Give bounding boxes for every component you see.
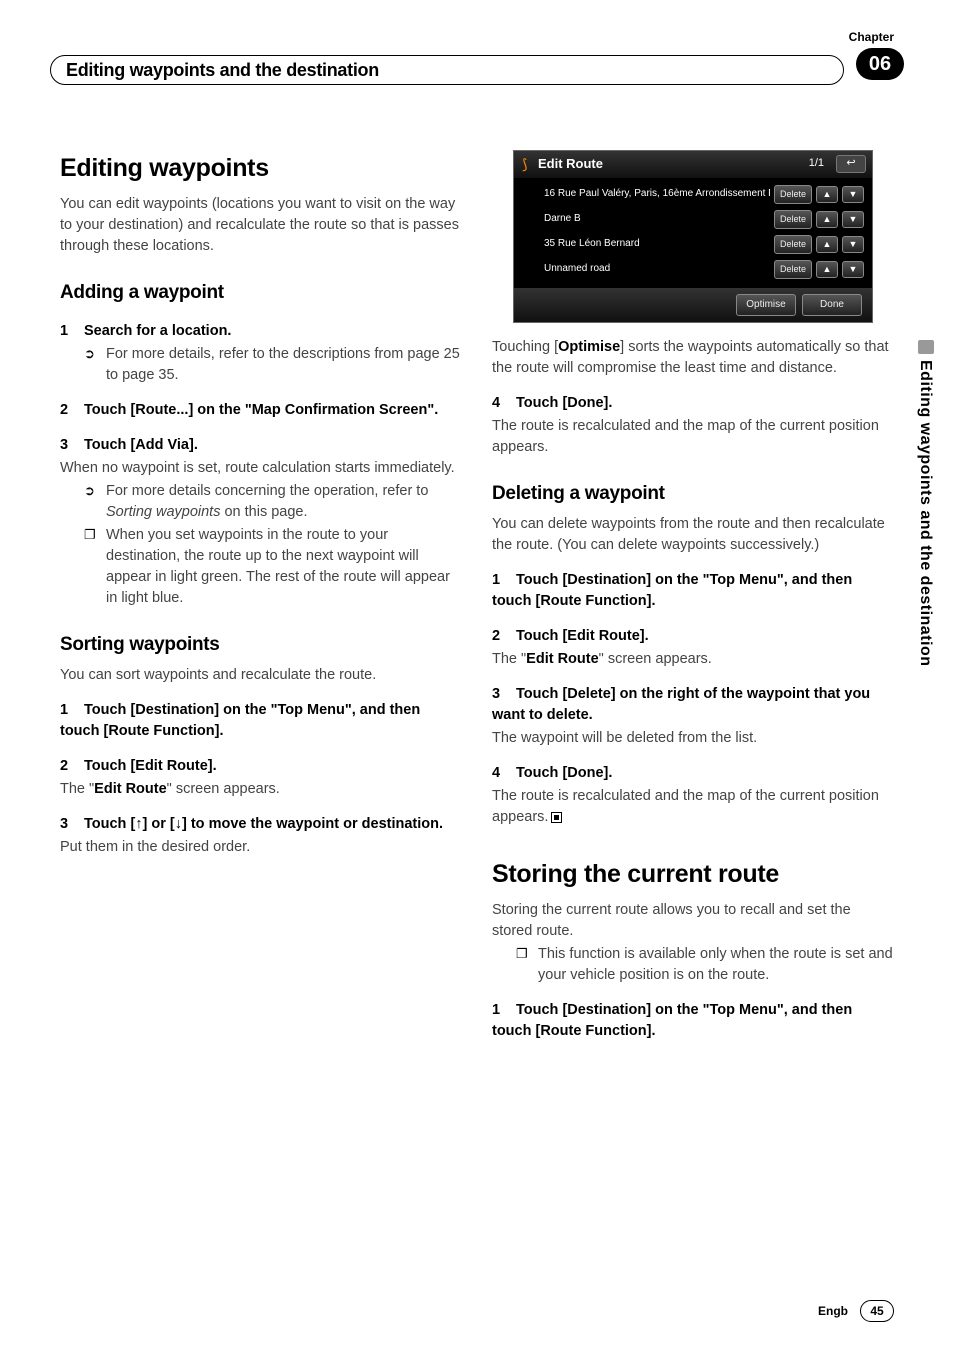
sorting-intro: You can sort waypoints and recalculate t… (60, 665, 462, 686)
store-step-1-text: Touch [Destination] on the "Top Menu", a… (492, 1002, 852, 1039)
chapter-label: Chapter (849, 30, 894, 44)
chapter-title-bar: Editing waypoints and the destination (50, 55, 844, 85)
storing-bullet: This function is available only when the… (516, 944, 894, 986)
chapter-title: Editing waypoints and the destination (66, 60, 379, 81)
delete-intro: You can delete waypoints from the route … (492, 514, 894, 556)
step-1: 1Search for a location. (60, 321, 462, 342)
del-step-3-after: The waypoint will be deleted from the li… (492, 728, 894, 749)
move-down-button[interactable]: ▼ (842, 211, 864, 228)
step-3: 3Touch [Add Via]. (60, 435, 462, 456)
sc-row-1-label[interactable]: Darne B (544, 212, 770, 227)
del-step-3-text: Touch [Delete] on the right of the waypo… (492, 686, 870, 723)
arrow-down-icon (175, 816, 182, 832)
side-tab-text: Editing waypoints and the destination (916, 360, 934, 667)
move-up-button[interactable]: ▲ (816, 236, 838, 253)
heading-deleting-waypoint: Deleting a waypoint (492, 480, 894, 508)
route-icon: ⟆ (522, 154, 527, 174)
heading-sorting-waypoints: Sorting waypoints (60, 631, 462, 659)
page-footer: Engb 45 (818, 1300, 894, 1322)
arrow-up-icon (135, 816, 142, 832)
intro-text: You can edit waypoints (locations you wa… (60, 194, 462, 257)
done-button[interactable]: Done (802, 294, 862, 317)
step-4: 4Touch [Done]. (492, 393, 894, 414)
sc-row-2: 35 Rue Léon Bernard Delete ▲ ▼ (514, 232, 872, 257)
delete-button[interactable]: Delete (774, 210, 812, 229)
sc-row-2-label[interactable]: 35 Rue Léon Bernard (544, 237, 770, 252)
step-1-detail: For more details, refer to the descripti… (84, 344, 462, 386)
delete-button[interactable]: Delete (774, 185, 812, 204)
heading-storing-route: Storing the current route (492, 856, 894, 892)
left-column: Editing waypoints You can edit waypoints… (60, 150, 462, 1045)
step-3-bullet-2: When you set waypoints in the route to y… (84, 525, 462, 609)
sc-rows: 16 Rue Paul Valéry, Paris, 16ème Arrondi… (514, 178, 872, 288)
move-down-button[interactable]: ▼ (842, 236, 864, 253)
edit-route-screenshot: ⟆ Edit Route 1/1 ↩ 16 Rue Paul Valéry, P… (513, 150, 873, 323)
sc-footer: Optimise Done (514, 288, 872, 323)
step-4-text: Touch [Done]. (516, 395, 612, 411)
sort-step-1: 1Touch [Destination] on the "Top Menu", … (60, 700, 462, 742)
sc-row-1: Darne B Delete ▲ ▼ (514, 207, 872, 232)
move-down-button[interactable]: ▼ (842, 186, 864, 203)
optimise-button[interactable]: Optimise (736, 294, 796, 317)
footer-page-number: 45 (860, 1300, 894, 1322)
step-3-text: Touch [Add Via]. (84, 437, 198, 453)
delete-button[interactable]: Delete (774, 235, 812, 254)
move-up-button[interactable]: ▲ (816, 186, 838, 203)
del-step-2-text: Touch [Edit Route]. (516, 628, 649, 644)
del-step-1-text: Touch [Destination] on the "Top Menu", a… (492, 572, 852, 609)
sc-row-3: Unnamed road Delete ▲ ▼ (514, 257, 872, 282)
step-3-bullet-1: For more details concerning the operatio… (84, 481, 462, 523)
del-step-2-after: The "Edit Route" screen appears. (492, 649, 894, 670)
sc-row-0: 16 Rue Paul Valéry, Paris, 16ème Arrondi… (514, 182, 872, 207)
optimise-text: Touching [Optimise] sorts the waypoints … (492, 337, 894, 379)
sort-step-2: 2Touch [Edit Route]. (60, 756, 462, 777)
sort-step-3: 3Touch [] or [] to move the waypoint or … (60, 814, 462, 835)
heading-editing-waypoints: Editing waypoints (60, 150, 462, 186)
right-column: ⟆ Edit Route 1/1 ↩ 16 Rue Paul Valéry, P… (492, 150, 894, 1045)
end-section-icon (551, 812, 562, 823)
sort-step-3-after: Put them in the desired order. (60, 837, 462, 858)
del-step-4-after: The route is recalculated and the map of… (492, 786, 894, 828)
sc-title[interactable]: Edit Route (538, 155, 803, 174)
heading-adding-waypoint: Adding a waypoint (60, 279, 462, 307)
move-up-button[interactable]: ▲ (816, 261, 838, 278)
back-button[interactable]: ↩ (836, 155, 866, 173)
sc-header: ⟆ Edit Route 1/1 ↩ (514, 151, 872, 178)
storing-intro: Storing the current route allows you to … (492, 900, 894, 942)
del-step-2: 2Touch [Edit Route]. (492, 626, 894, 647)
store-step-1: 1Touch [Destination] on the "Top Menu", … (492, 1000, 894, 1042)
sc-row-0-label[interactable]: 16 Rue Paul Valéry, Paris, 16ème Arrondi… (544, 187, 770, 202)
step-2-text: Touch [Route...] on the "Map Confirmatio… (84, 402, 438, 418)
del-step-3: 3Touch [Delete] on the right of the wayp… (492, 684, 894, 726)
del-step-4-text: Touch [Done]. (516, 765, 612, 781)
move-down-button[interactable]: ▼ (842, 261, 864, 278)
step-3-after: When no waypoint is set, route calculati… (60, 458, 462, 479)
step-1-text: Search for a location. (84, 323, 231, 339)
sort-step-1-text: Touch [Destination] on the "Top Menu", a… (60, 702, 420, 739)
side-tab-marker (918, 340, 934, 354)
sort-step-2-text: Touch [Edit Route]. (84, 758, 217, 774)
chapter-number-badge: 06 (856, 48, 904, 80)
del-step-1: 1Touch [Destination] on the "Top Menu", … (492, 570, 894, 612)
sc-row-3-label[interactable]: Unnamed road (544, 262, 770, 277)
sort-step-2-after: The "Edit Route" screen appears. (60, 779, 462, 800)
del-step-4: 4Touch [Done]. (492, 763, 894, 784)
step-2: 2Touch [Route...] on the "Map Confirmati… (60, 400, 462, 421)
footer-lang: Engb (818, 1304, 848, 1318)
sc-pager: 1/1 (809, 156, 824, 172)
step-4-after: The route is recalculated and the map of… (492, 416, 894, 458)
move-up-button[interactable]: ▲ (816, 211, 838, 228)
delete-button[interactable]: Delete (774, 260, 812, 279)
